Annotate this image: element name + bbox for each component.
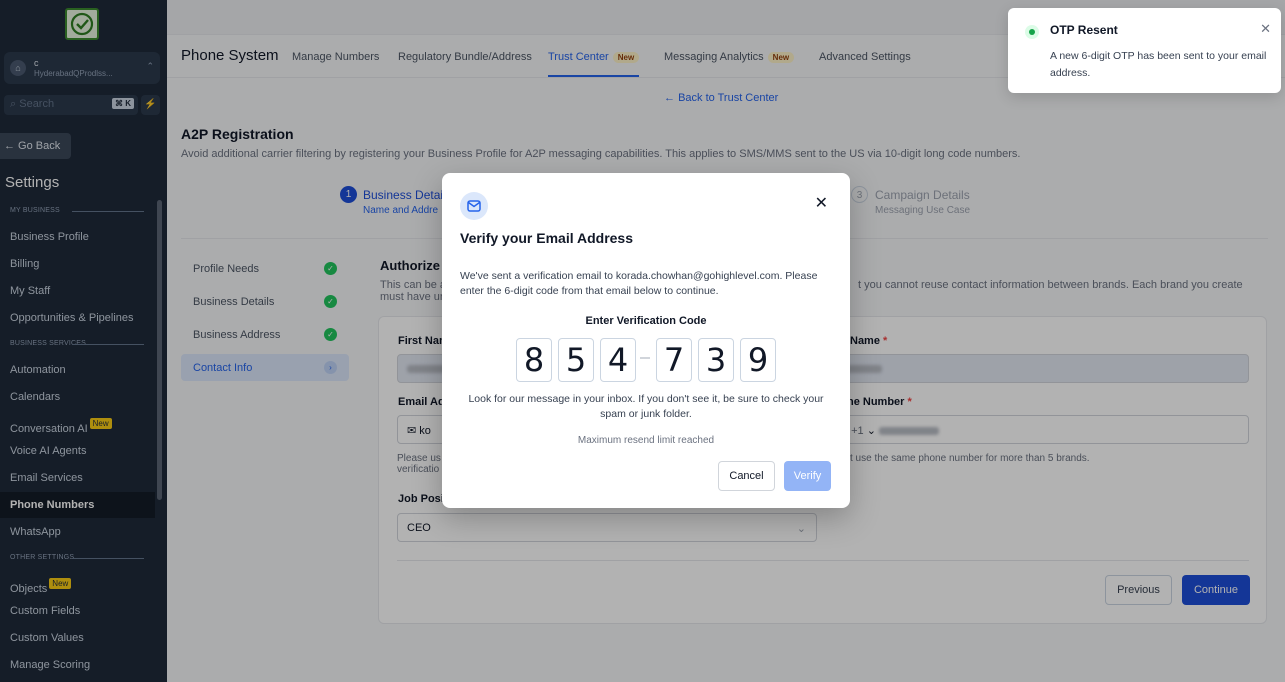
- close-icon[interactable]: ✕: [815, 193, 828, 213]
- verify-button[interactable]: Verify: [784, 461, 831, 491]
- otp-separator: [640, 357, 650, 359]
- otp-digit-4[interactable]: 7: [656, 338, 692, 382]
- help-text: Look for our message in your inbox. If y…: [468, 393, 824, 420]
- code-label: Enter Verification Code: [585, 315, 707, 327]
- otp-digit-2[interactable]: 5: [558, 338, 594, 382]
- otp-digit-3[interactable]: 4: [600, 338, 636, 382]
- mail-icon: [460, 192, 488, 220]
- otp-toast: OTP Resent A new 6-digit OTP has been se…: [1008, 8, 1281, 93]
- toast-message: A new 6-digit OTP has been sent to your …: [1050, 50, 1267, 79]
- success-dot-icon: [1025, 25, 1039, 39]
- resend-limit-text: Maximum resend limit reached: [577, 435, 715, 446]
- otp-digit-6[interactable]: 9: [740, 338, 776, 382]
- verify-email-modal: ✕ Verify your Email Address We've sent a…: [442, 173, 850, 508]
- modal-description: We've sent a verification email to korad…: [460, 270, 818, 297]
- otp-digit-5[interactable]: 3: [698, 338, 734, 382]
- cancel-button[interactable]: Cancel: [718, 461, 775, 491]
- close-icon[interactable]: ✕: [1260, 21, 1271, 37]
- modal-title: Verify your Email Address: [460, 230, 633, 246]
- otp-digit-1[interactable]: 8: [516, 338, 552, 382]
- toast-title: OTP Resent: [1050, 23, 1118, 37]
